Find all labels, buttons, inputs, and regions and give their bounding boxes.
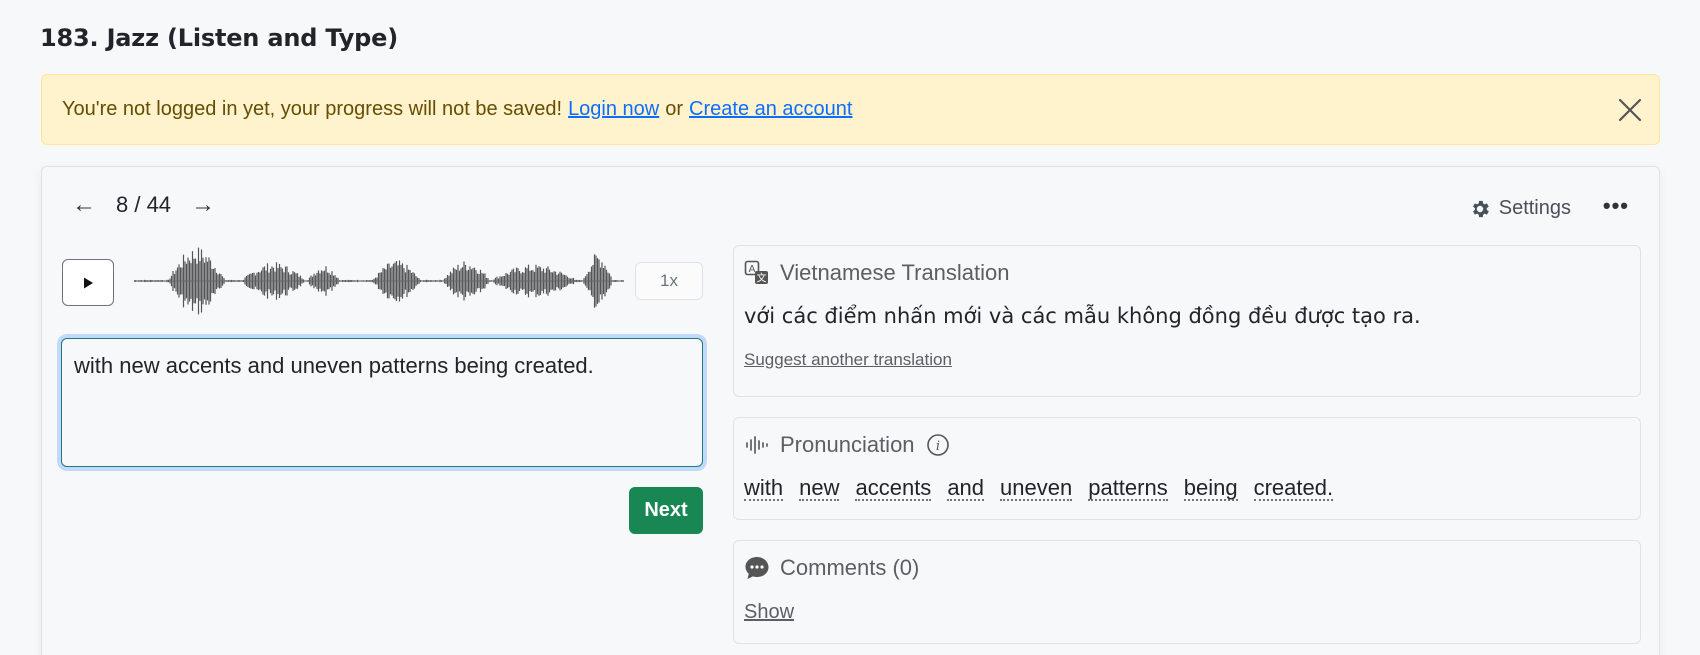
more-horizontal-icon[interactable]: •••	[1603, 193, 1629, 219]
comments-title: Comments (0)	[780, 555, 920, 580]
translation-panel: A 文 Vietnamese Translation với các điểm …	[733, 245, 1641, 397]
create-account-link[interactable]: Create an account	[689, 98, 852, 121]
soundwave-icon	[744, 432, 770, 458]
svg-text:i: i	[935, 439, 939, 454]
pronunciation-title: Pronunciation	[780, 432, 915, 457]
playback-speed-button[interactable]: 1x	[635, 262, 703, 300]
sentence-counter: 8 / 44	[116, 192, 172, 217]
translation-text: với các điểm nhấn mới và các mẫu không đ…	[744, 304, 1421, 328]
chat-bubble-icon	[744, 555, 770, 581]
comments-panel: Comments (0) Show	[733, 540, 1641, 644]
answer-input[interactable]: with new accents and uneven patterns bei…	[61, 338, 703, 467]
exercise-card: ← 8 / 44 → Settings ••• 1x with new acce…	[41, 166, 1660, 655]
play-button[interactable]	[62, 259, 114, 306]
play-icon	[84, 277, 93, 288]
audio-waveform[interactable]	[134, 245, 624, 317]
svg-text:A: A	[749, 264, 756, 275]
pronunciation-word[interactable]: being	[1183, 476, 1238, 502]
suggest-translation-link[interactable]: Suggest another translation	[744, 350, 1630, 370]
show-comments-link[interactable]: Show	[744, 601, 794, 624]
pronunciation-word[interactable]: accents	[855, 476, 932, 502]
alert-message: You're not logged in yet, your progress …	[62, 98, 563, 120]
translation-title: Vietnamese Translation	[780, 260, 1010, 285]
arrow-left-icon[interactable]: ←	[72, 191, 96, 219]
close-icon[interactable]	[1617, 97, 1643, 123]
info-icon[interactable]: i	[925, 432, 951, 458]
pronunciation-word[interactable]: uneven	[1000, 476, 1073, 502]
settings-button[interactable]: Settings	[1469, 197, 1571, 220]
settings-label: Settings	[1498, 197, 1571, 219]
translate-icon: A 文	[744, 260, 770, 286]
arrow-right-icon[interactable]: →	[191, 191, 215, 219]
pronunciation-word[interactable]: patterns	[1088, 476, 1168, 502]
login-link[interactable]: Login now	[568, 98, 659, 121]
page-title: 183. Jazz (Listen and Type)	[40, 24, 398, 52]
alert-separator: or	[665, 98, 684, 120]
gear-icon	[1472, 200, 1489, 217]
pronunciation-words: with new accents and uneven patterns bei…	[744, 476, 1630, 502]
login-alert: You're not logged in yet, your progress …	[41, 74, 1660, 145]
pronunciation-word[interactable]: new	[799, 476, 840, 502]
svg-text:文: 文	[757, 272, 767, 285]
pronunciation-word[interactable]: created.	[1253, 476, 1334, 502]
next-button[interactable]: Next	[629, 487, 703, 534]
pronunciation-word[interactable]: with	[744, 476, 784, 502]
pronunciation-word[interactable]: and	[947, 476, 985, 502]
sentence-nav: ← 8 / 44 →	[72, 191, 215, 219]
pronunciation-panel: Pronunciation i with new accents and une…	[733, 417, 1641, 520]
